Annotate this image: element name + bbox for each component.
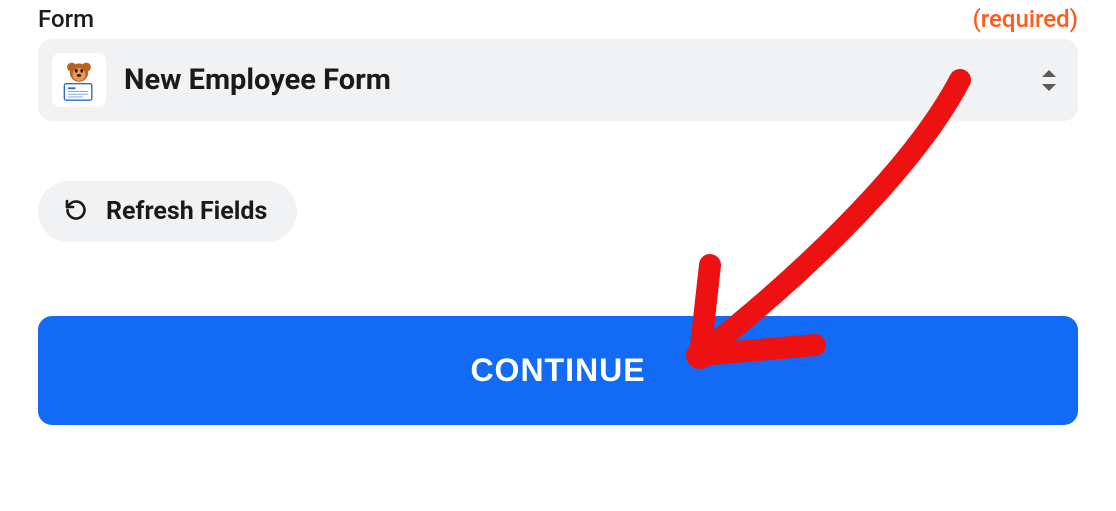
refresh-fields-button[interactable]: Refresh Fields [38,181,297,242]
field-label: Form [38,5,94,33]
wpforms-icon [52,53,106,107]
field-header: Form (required) [38,5,1078,33]
continue-button[interactable]: CONTINUE [38,316,1078,425]
form-select-value: New Employee Form [124,63,1040,97]
form-select[interactable]: New Employee Form [38,39,1078,121]
refresh-icon [64,198,88,226]
required-tag: (required) [972,5,1078,33]
select-caret-icon [1040,69,1058,92]
refresh-fields-label: Refresh Fields [106,197,267,226]
continue-button-label: CONTINUE [470,352,645,388]
